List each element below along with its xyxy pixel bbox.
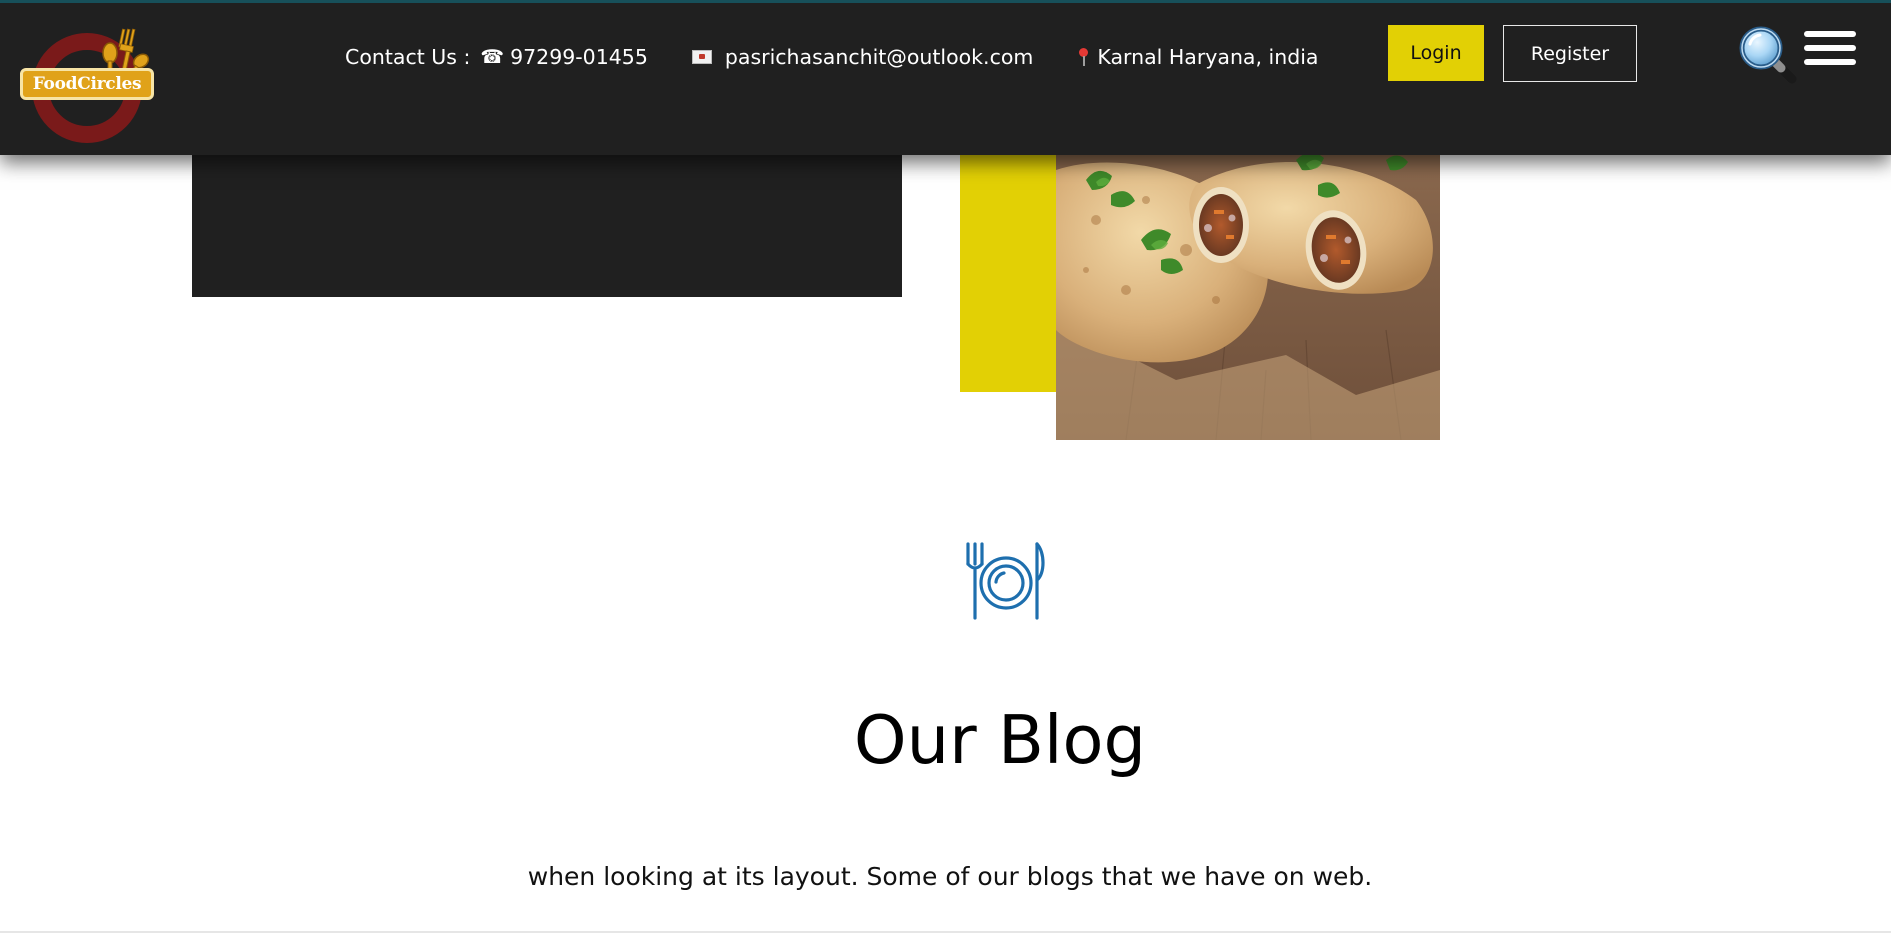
register-button[interactable]: Register (1503, 25, 1637, 82)
magnifier-icon (1739, 26, 1797, 84)
hamburger-icon (1804, 31, 1856, 37)
map-pin-icon (1077, 47, 1089, 67)
contact-label: Contact Us : (345, 45, 471, 69)
envelope-icon (691, 50, 712, 64)
menu-button[interactable] (1804, 31, 1858, 65)
dark-feature-panel (192, 140, 902, 297)
contact-location: Karnal Haryana, india (1097, 45, 1319, 69)
contact-email[interactable]: pasrichasanchit@outlook.com (725, 45, 1033, 69)
contact-phone[interactable]: 97299-01455 (510, 45, 648, 69)
site-header: FoodCircles Contact Us : ☎ 97299-01455 p… (0, 0, 1891, 155)
burrito-photo (1056, 140, 1440, 440)
section-description: when looking at its layout. Some of our … (527, 862, 1373, 891)
yellow-accent-bar (960, 140, 1056, 392)
search-button[interactable] (1736, 23, 1800, 85)
page: FoodCircles Contact Us : ☎ 97299-01455 p… (0, 0, 1891, 933)
phone-icon: ☎ (480, 46, 505, 68)
contact-info: Contact Us : ☎ 97299-01455 pasrichasanch… (345, 45, 1319, 69)
plate-cutlery-icon (964, 540, 1048, 622)
section-title: Our Blog (853, 701, 1147, 779)
food-image (1056, 140, 1440, 440)
site-logo[interactable]: FoodCircles (16, 17, 158, 143)
logo-wordmark: FoodCircles (20, 68, 154, 100)
login-button[interactable]: Login (1388, 25, 1484, 81)
